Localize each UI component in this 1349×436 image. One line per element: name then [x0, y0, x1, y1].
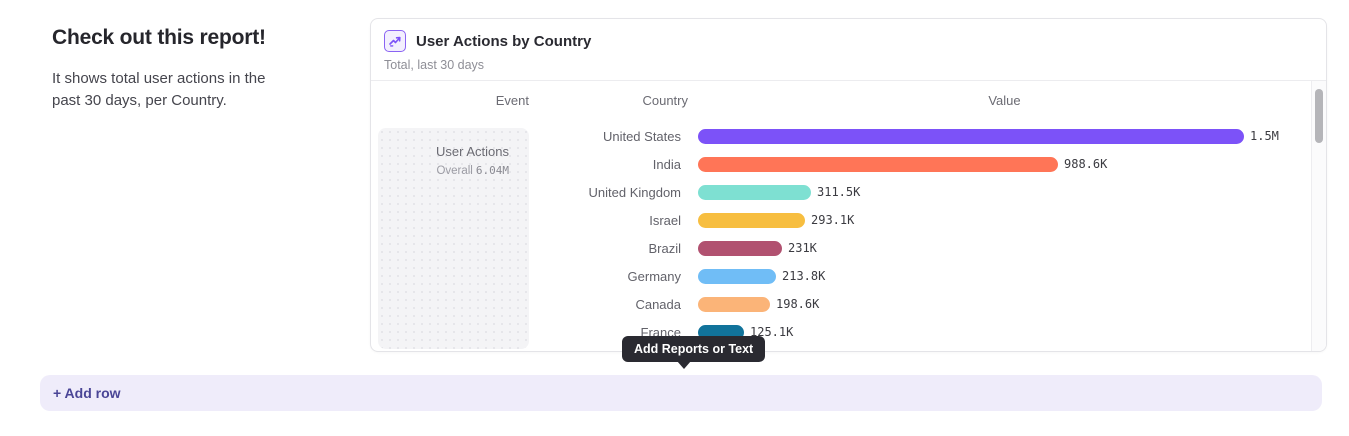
value-bar[interactable]: [698, 129, 1244, 144]
value-label: 1.5M: [1250, 129, 1279, 143]
country-label: Israel: [529, 213, 698, 228]
country-label: Brazil: [529, 241, 698, 256]
report-subtitle: Total, last 30 days: [384, 58, 1313, 72]
country-label: United Kingdom: [529, 185, 698, 200]
tooltip-arrow-icon: [677, 361, 691, 369]
chart-scrollbar[interactable]: [1311, 81, 1326, 351]
report-card[interactable]: User Actions by Country Total, last 30 d…: [370, 18, 1327, 352]
chart-row: United States 1.5M: [529, 122, 1311, 150]
column-header-value: Value: [698, 93, 1311, 108]
value-label: 231K: [788, 241, 817, 255]
chart-row: Israel 293.1K: [529, 206, 1311, 234]
chart-row: India 988.6K: [529, 150, 1311, 178]
country-label: United States: [529, 129, 698, 144]
value-bar[interactable]: [698, 185, 811, 200]
bar-zone: 125.1K: [698, 325, 1311, 340]
value-label: 198.6K: [776, 297, 819, 311]
tooltip-label: Add Reports or Text: [634, 342, 753, 356]
value-bar[interactable]: [698, 241, 782, 256]
text-widget: Check out this report! It shows total us…: [52, 26, 312, 112]
event-cell[interactable]: User Actions Overall 6.04M: [378, 128, 529, 349]
bar-zone: 311.5K: [698, 185, 1311, 200]
report-card-header: User Actions by Country Total, last 30 d…: [371, 19, 1326, 81]
bar-zone: 213.8K: [698, 269, 1311, 284]
chart-row: United Kingdom 311.5K: [529, 178, 1311, 206]
bar-zone: 988.6K: [698, 157, 1311, 172]
line-chart-icon: [384, 30, 406, 52]
page-description: It shows total user actions in the past …: [52, 68, 292, 112]
column-headers: Event Country Value: [371, 81, 1326, 119]
add-reports-tooltip: Add Reports or Text: [622, 336, 765, 362]
event-name: User Actions: [386, 144, 509, 159]
chart-row: Brazil 231K: [529, 234, 1311, 262]
value-bar[interactable]: [698, 213, 805, 228]
bar-zone: 198.6K: [698, 297, 1311, 312]
column-header-event: Event: [371, 93, 529, 108]
report-title: User Actions by Country: [416, 33, 591, 50]
chart-row: Germany 213.8K: [529, 262, 1311, 290]
event-overall-value: 6.04M: [476, 164, 509, 177]
country-label: India: [529, 157, 698, 172]
value-label: 293.1K: [811, 213, 854, 227]
value-label: 311.5K: [817, 185, 860, 199]
value-bar[interactable]: [698, 157, 1058, 172]
value-bar[interactable]: [698, 297, 770, 312]
bar-zone: 293.1K: [698, 213, 1311, 228]
event-overall-label: Overall: [436, 165, 472, 177]
add-row-button[interactable]: + Add row: [40, 375, 1322, 411]
event-overall: Overall 6.04M: [386, 164, 509, 177]
chart-row: Canada 198.6K: [529, 290, 1311, 318]
value-bar[interactable]: [698, 269, 776, 284]
chart-scrollbar-thumb[interactable]: [1315, 89, 1323, 143]
country-label: Germany: [529, 269, 698, 284]
report-chart-area: Event Country Value User Actions Overall…: [371, 81, 1326, 351]
page-title: Check out this report!: [52, 26, 312, 50]
column-header-country: Country: [529, 93, 698, 108]
value-label: 988.6K: [1064, 157, 1107, 171]
value-label: 213.8K: [782, 269, 825, 283]
bar-zone: 231K: [698, 241, 1311, 256]
country-label: Canada: [529, 297, 698, 312]
add-row-label: + Add row: [53, 385, 121, 401]
bar-zone: 1.5M: [698, 129, 1311, 144]
bar-chart-rows: United States 1.5M India 988.6K United Kingd…: [529, 122, 1311, 346]
